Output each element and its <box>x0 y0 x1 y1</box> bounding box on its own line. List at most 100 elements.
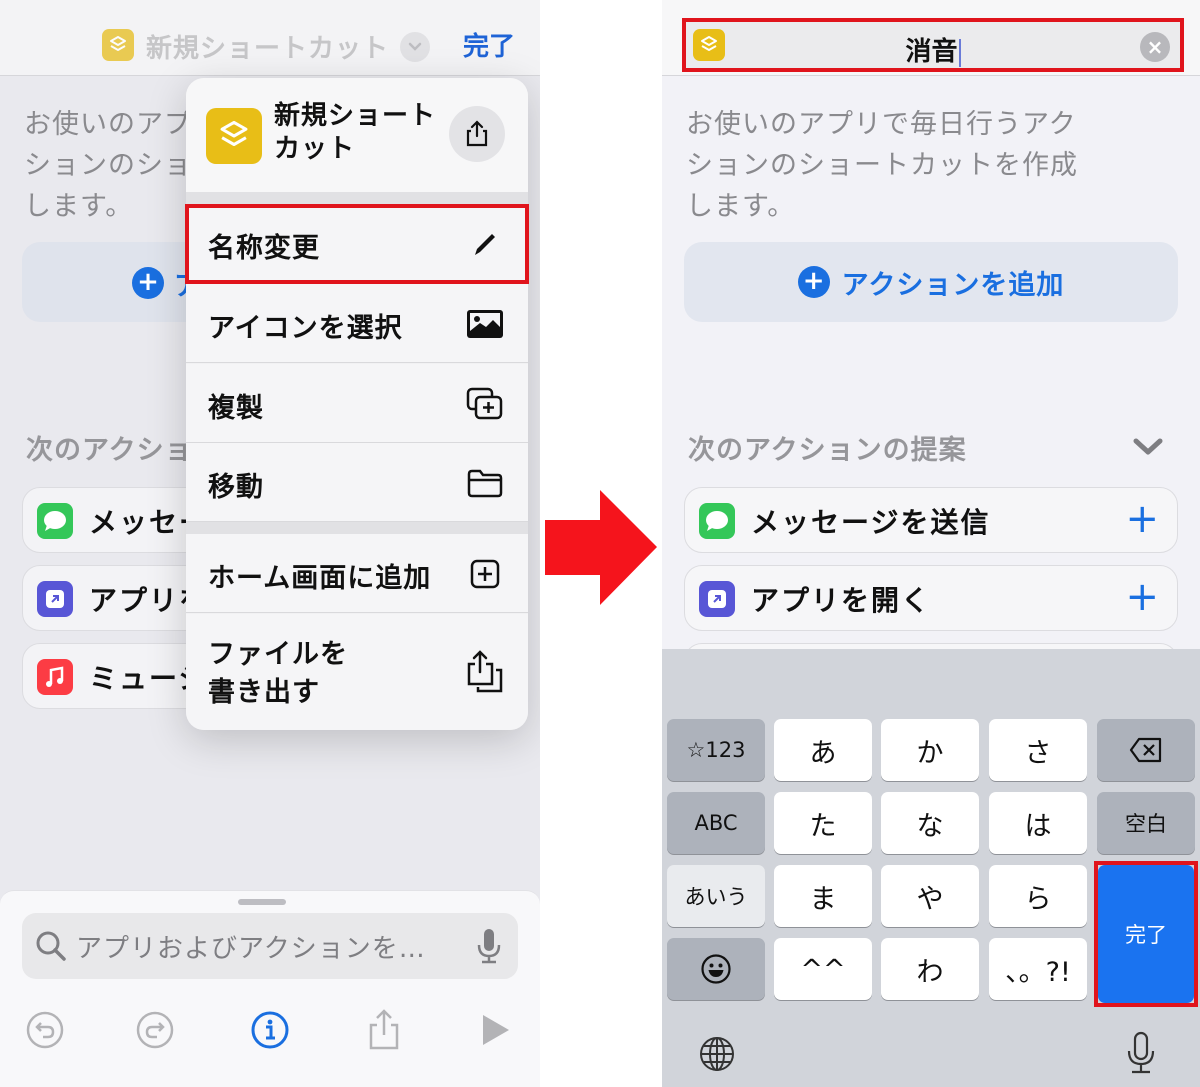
right-screen: 消音 × お使いのアプリで毎日行うアク ションのショートカットを作成 します。 … <box>662 0 1200 1087</box>
share-icon <box>369 1009 399 1050</box>
description-line: します。 <box>686 191 796 222</box>
add-action-label: アクションを追加 <box>841 269 1065 301</box>
duplicate-icon <box>466 386 504 422</box>
action-search-sheet: アプリおよびアクションを… <box>0 890 540 1087</box>
menu-separator <box>186 522 528 534</box>
suggestion-label: メッセージを送信 <box>751 506 991 539</box>
undo-button[interactable] <box>24 1009 66 1051</box>
run-button[interactable] <box>474 1009 516 1051</box>
menu-item-move[interactable]: 移動 <box>186 443 528 522</box>
open-app-icon <box>699 581 735 617</box>
name-input[interactable]: 消音 <box>686 31 1180 68</box>
music-icon <box>37 659 73 695</box>
menu-title-line: 新規ショート <box>274 101 437 131</box>
nav-bar: 新規ショートカット 完了 <box>0 0 540 76</box>
japanese-keyboard: ☆123 あ か さ ABC た な は 空白 あいう ま や ら ^^ わ 、… <box>662 649 1200 1087</box>
menu-item-label-line: ファイルを <box>208 639 348 670</box>
share-button[interactable] <box>449 106 505 162</box>
key-kana[interactable]: あいう <box>667 865 765 927</box>
add-suggestion-button[interactable]: + <box>1125 496 1159 542</box>
microphone-icon[interactable] <box>476 927 502 965</box>
redo-icon <box>136 1011 174 1049</box>
menu-item-label-line: 書き出す <box>208 677 320 708</box>
search-field[interactable]: アプリおよびアクションを… <box>22 913 518 979</box>
clear-text-icon[interactable]: × <box>1140 32 1170 62</box>
key-na[interactable]: な <box>881 792 979 854</box>
search-placeholder: アプリおよびアクションを… <box>76 934 426 964</box>
sheet-grabber[interactable] <box>238 899 286 905</box>
folder-icon <box>466 465 504 501</box>
chevron-down-icon[interactable] <box>400 32 430 62</box>
shortcut-app-icon <box>206 108 262 164</box>
key-ma[interactable]: ま <box>774 865 872 927</box>
photo-icon <box>466 306 504 342</box>
menu-header: 新規ショート カット <box>186 78 528 192</box>
add-suggestion-button[interactable]: + <box>1125 574 1159 620</box>
globe-icon[interactable] <box>698 1035 736 1073</box>
messages-icon <box>37 503 73 539</box>
shortcut-title[interactable]: 新規ショートカット <box>146 28 389 65</box>
play-icon <box>483 1015 509 1045</box>
add-action-button[interactable]: + アクションを追加 <box>684 242 1178 322</box>
menu-item-label: 移動 <box>208 472 264 503</box>
context-menu: 新規ショート カット 名称変更 アイコンを選択 複製 移動 ホーム画面に追加 フ… <box>186 78 528 730</box>
chevron-down-icon[interactable] <box>1132 436 1164 458</box>
menu-title-line: カット <box>274 134 356 164</box>
export-icon <box>466 650 504 693</box>
shortcut-app-icon <box>102 29 134 61</box>
arrow-right-icon <box>545 490 660 605</box>
description: お使いのアプリで毎日行うアク ションのショートカットを作成 します。 <box>686 104 1126 227</box>
key-ka[interactable]: か <box>881 719 979 781</box>
dictation-microphone-icon[interactable] <box>1126 1031 1156 1075</box>
menu-item-duplicate[interactable]: 複製 <box>186 364 528 443</box>
name-value: 消音 <box>905 37 958 67</box>
suggestion-label: アプリを開く <box>751 584 932 617</box>
menu-item-export-file[interactable]: ファイルを 書き出す <box>186 614 528 730</box>
backspace-key[interactable] <box>1097 719 1195 781</box>
info-button[interactable] <box>249 1009 291 1051</box>
menu-item-label: アイコンを選択 <box>208 313 403 344</box>
menu-item-label: ホーム画面に追加 <box>208 563 432 594</box>
key-abc[interactable]: ABC <box>667 792 765 854</box>
key-punctuation[interactable]: 、。?! <box>989 938 1087 1000</box>
menu-separator <box>186 192 528 204</box>
description-line: ションのショートカットを作成 <box>686 150 1078 181</box>
key-ra[interactable]: ら <box>989 865 1087 927</box>
emoji-icon <box>701 954 731 984</box>
suggestions-title: 次のアクショ <box>26 435 193 466</box>
shortcut-name-field[interactable]: 消音 × <box>682 18 1184 72</box>
highlight-rename <box>185 204 529 284</box>
open-app-icon <box>37 581 73 617</box>
menu-item-add-to-home[interactable]: ホーム画面に追加 <box>186 534 528 613</box>
menu-item-choose-icon[interactable]: アイコンを選択 <box>186 284 528 363</box>
share-icon <box>466 120 488 147</box>
search-icon <box>34 929 68 963</box>
key-ha[interactable]: は <box>989 792 1087 854</box>
done-button[interactable]: 完了 <box>463 26 515 63</box>
share-button[interactable] <box>363 1009 405 1051</box>
messages-icon <box>699 503 735 539</box>
emoji-key[interactable] <box>667 938 765 1000</box>
text-caret <box>958 38 961 67</box>
plus-circle-icon: + <box>132 267 164 299</box>
suggestion-row[interactable]: メッセージを送信 + <box>684 487 1178 553</box>
description-line: お使いのアプリで毎日行うアク <box>686 109 1077 140</box>
nav-bar: 消音 × <box>662 0 1200 76</box>
key-symbols[interactable]: ☆123 <box>667 719 765 781</box>
add-square-icon <box>466 556 504 592</box>
key-kaomoji[interactable]: ^^ <box>774 938 872 1000</box>
suggestions-title: 次のアクションの提案 <box>688 435 967 466</box>
menu-item-label: ファイルを 書き出す <box>208 636 348 712</box>
redo-button[interactable] <box>134 1009 176 1051</box>
key-space[interactable]: 空白 <box>1097 792 1195 854</box>
highlight-done <box>1094 861 1198 1007</box>
info-icon <box>251 1011 289 1049</box>
undo-icon <box>26 1011 64 1049</box>
suggestion-row[interactable]: アプリを開く + <box>684 565 1178 631</box>
key-ya[interactable]: や <box>881 865 979 927</box>
key-sa[interactable]: さ <box>989 719 1087 781</box>
key-a[interactable]: あ <box>774 719 872 781</box>
key-ta[interactable]: た <box>774 792 872 854</box>
backspace-icon <box>1129 737 1162 763</box>
key-wa[interactable]: わ <box>881 938 979 1000</box>
